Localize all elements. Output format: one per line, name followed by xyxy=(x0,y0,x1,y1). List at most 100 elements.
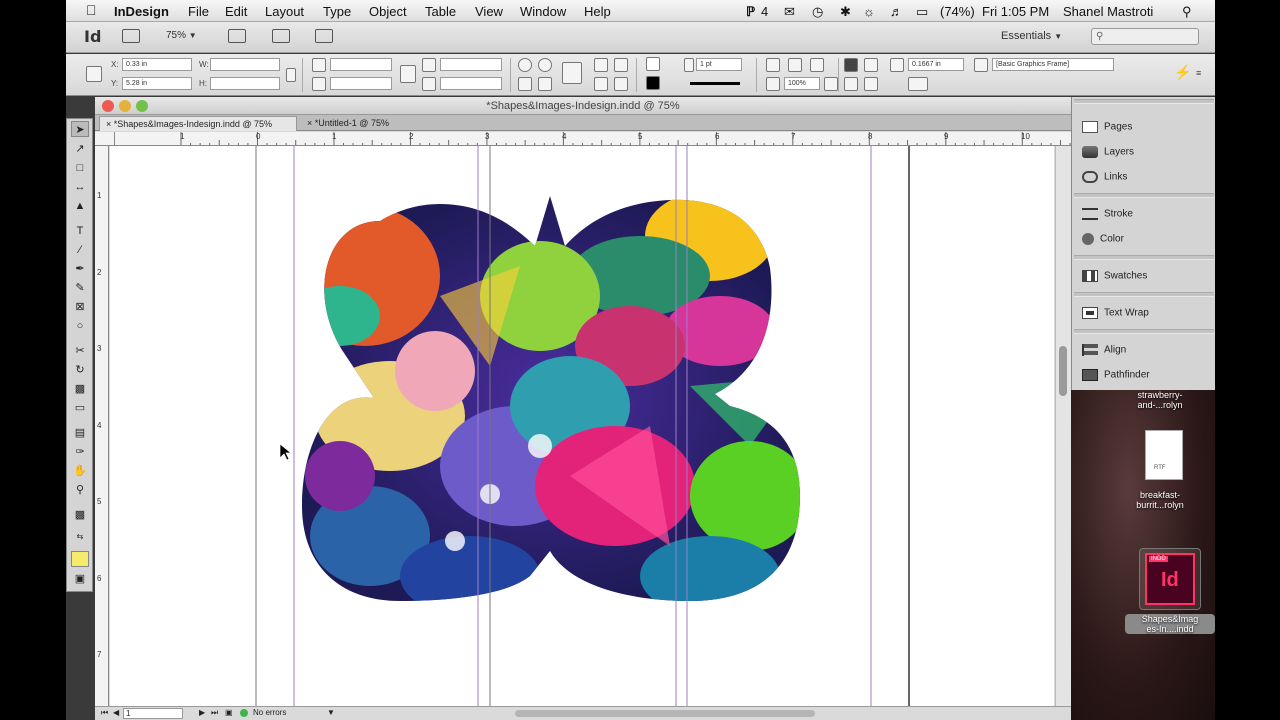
stroke-type-preview[interactable] xyxy=(690,82,740,85)
text-wrap-none-icon[interactable] xyxy=(844,58,858,72)
menu-layout[interactable]: Layout xyxy=(265,4,304,19)
stroke-weight-field[interactable]: 1 pt xyxy=(696,58,742,71)
next-page-icon[interactable]: ▶ xyxy=(199,708,205,717)
adobe-icon[interactable]: ℙ xyxy=(746,4,755,20)
reference-point-icon[interactable] xyxy=(86,66,102,82)
zoom-level-dropdown[interactable]: 75% ▼ xyxy=(166,30,197,48)
scale-y-field[interactable] xyxy=(330,77,392,90)
preflight-status[interactable]: No errors xyxy=(253,708,286,717)
swap-fill-stroke-icon[interactable]: ⇆ xyxy=(71,529,89,545)
opacity-icon[interactable] xyxy=(766,77,780,91)
menu-edit[interactable]: Edit xyxy=(225,4,247,19)
stroke-weight-icon[interactable] xyxy=(684,58,694,72)
minimize-window-button[interactable] xyxy=(119,100,131,112)
ellipse-tool-icon[interactable]: ○ xyxy=(71,318,89,334)
effects-icon[interactable] xyxy=(766,58,780,72)
scissors-tool-icon[interactable]: ✂ xyxy=(71,343,89,359)
close-tab-icon[interactable]: × xyxy=(106,119,111,129)
ruler-origin[interactable] xyxy=(95,132,115,146)
menu-view[interactable]: View xyxy=(475,4,503,19)
file-label[interactable]: Shapes&Imag es-In....indd xyxy=(1125,614,1215,634)
panel-group-header[interactable] xyxy=(1074,292,1214,297)
object-style-dropdown[interactable]: [Basic Graphics Frame] xyxy=(992,58,1114,71)
user-name[interactable]: Shanel Mastroti xyxy=(1063,4,1153,19)
menu-table[interactable]: Table xyxy=(425,4,456,19)
select-content-icon[interactable] xyxy=(614,58,628,72)
links-panel-tab[interactable]: Links xyxy=(1082,171,1127,183)
tab-shapes-images[interactable]: × *Shapes&Images-Indesign.indd @ 75% xyxy=(99,116,297,131)
dropbox-icon[interactable]: ✉ xyxy=(784,4,795,20)
panel-menu-icon[interactable]: ≡ xyxy=(1196,68,1201,78)
flip-vertical-icon[interactable] xyxy=(538,77,552,91)
menu-file[interactable]: File xyxy=(188,4,209,19)
menu-window[interactable]: Window xyxy=(520,4,566,19)
document-canvas[interactable] xyxy=(110,146,1054,706)
arrange-documents-icon[interactable] xyxy=(315,29,333,43)
type-tool-icon[interactable]: T xyxy=(71,223,89,239)
workspace-switcher[interactable]: Essentials ▼ xyxy=(1001,30,1062,42)
help-search-input[interactable]: ⚲ xyxy=(1091,28,1199,45)
file-label[interactable]: breakfast- burrit...rolyn xyxy=(1115,490,1205,510)
menu-type[interactable]: Type xyxy=(323,4,351,19)
volume-icon[interactable]: ♬ xyxy=(890,4,903,19)
zoom-tool-icon[interactable]: ⚲ xyxy=(71,482,89,498)
panel-group-header[interactable] xyxy=(1074,255,1214,260)
previous-page-icon[interactable]: ◀ xyxy=(113,708,119,717)
corner-size-field[interactable]: 0.1667 in xyxy=(908,58,964,71)
zoom-window-button[interactable] xyxy=(136,100,148,112)
view-options-icon[interactable] xyxy=(228,29,246,43)
gradient-swatch-tool-icon[interactable]: ▩ xyxy=(71,381,89,397)
battery-icon[interactable]: ▭ xyxy=(916,4,928,20)
fill-swatch-icon[interactable] xyxy=(646,57,660,71)
content-collector-icon[interactable]: ▲ xyxy=(71,198,89,214)
gap-tool-icon[interactable]: ↔ xyxy=(71,179,89,195)
panel-group-header[interactable] xyxy=(1074,193,1214,198)
horizontal-ruler[interactable]: 1 0 1 2 3 4 5 6 7 8 9 10 xyxy=(115,132,1081,146)
constrain-scale-icon[interactable] xyxy=(400,65,416,83)
rotation-field[interactable] xyxy=(440,58,502,71)
pages-panel-tab[interactable]: Pages xyxy=(1082,121,1132,133)
y-position-field[interactable]: 5.28 in xyxy=(122,77,192,90)
pencil-tool-icon[interactable]: ✎ xyxy=(71,280,89,296)
corner-shape-icon[interactable] xyxy=(908,77,928,91)
lightning-icon[interactable]: ⚡ xyxy=(1174,64,1191,81)
note-tool-icon[interactable]: ▤ xyxy=(71,425,89,441)
bluetooth-icon[interactable]: ✱ xyxy=(840,4,851,20)
file-label[interactable]: strawberry- and-...rolyn xyxy=(1115,390,1205,410)
opacity-field[interactable]: 100% xyxy=(784,77,820,90)
color-panel-tab[interactable]: Color xyxy=(1082,233,1124,245)
height-field[interactable] xyxy=(210,77,280,90)
menu-help[interactable]: Help xyxy=(584,4,611,19)
horizontal-scroll-thumb[interactable] xyxy=(515,710,815,717)
page-number-field[interactable]: 1 xyxy=(123,708,183,719)
corner-options-icon[interactable] xyxy=(890,58,904,72)
constrain-proportions-icon[interactable] xyxy=(286,68,296,82)
normal-mode-icon[interactable] xyxy=(71,551,89,567)
pen-tool-icon[interactable]: ✒ xyxy=(71,261,89,277)
flip-horizontal-icon[interactable] xyxy=(518,77,532,91)
wifi-icon[interactable]: ☼ xyxy=(863,4,875,19)
eyedropper-tool-icon[interactable]: ✑ xyxy=(71,444,89,460)
app-menu[interactable]: InDesign xyxy=(114,4,169,19)
panel-group-header[interactable] xyxy=(1074,329,1214,334)
layers-panel-tab[interactable]: Layers xyxy=(1082,146,1134,158)
shear-field[interactable] xyxy=(440,77,502,90)
text-wrap-bounding-icon[interactable] xyxy=(864,58,878,72)
hand-tool-icon[interactable]: ✋ xyxy=(71,463,89,479)
stroke-panel-tab[interactable]: Stroke xyxy=(1082,208,1133,220)
shear-icon[interactable] xyxy=(422,77,436,91)
scale-x-icon[interactable] xyxy=(312,58,326,72)
scale-y-icon[interactable] xyxy=(312,77,326,91)
page-tool-icon[interactable]: □ xyxy=(71,160,89,176)
close-tab-icon[interactable]: × xyxy=(307,118,312,128)
clock[interactable]: Fri 1:05 PM xyxy=(982,4,1049,19)
align-panel-tab[interactable]: Align xyxy=(1082,344,1126,356)
rotate-cw-icon[interactable] xyxy=(518,58,532,72)
first-page-icon[interactable]: ⏮ xyxy=(101,708,108,718)
open-page-icon[interactable]: ▣ xyxy=(225,708,233,717)
indd-file-icon[interactable]: INDD Id xyxy=(1145,553,1195,605)
x-position-field[interactable]: 0.33 in xyxy=(122,58,192,71)
vertical-scrollbar[interactable] xyxy=(1055,146,1071,706)
select-previous-icon[interactable] xyxy=(594,77,608,91)
text-wrap-jump-icon[interactable] xyxy=(864,77,878,91)
